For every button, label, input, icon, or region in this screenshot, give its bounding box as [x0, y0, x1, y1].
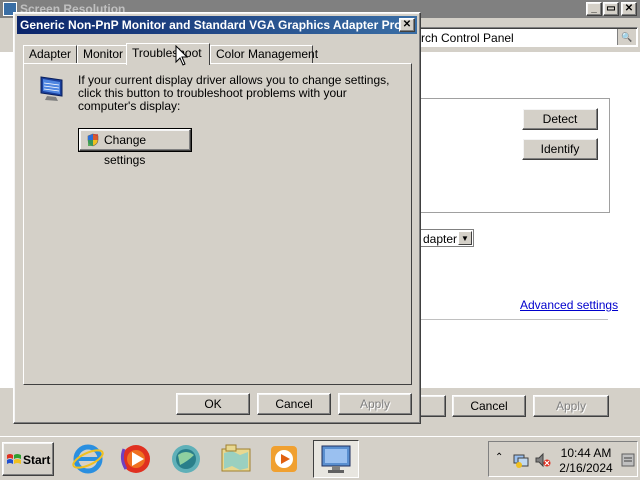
media-player-icon[interactable]	[118, 441, 154, 477]
show-hidden-icons-icon[interactable]: ⌃	[495, 452, 503, 463]
adapter-properties-dialog: Generic Non-PnP Monitor and Standard VGA…	[13, 12, 421, 424]
troubleshoot-panel: If your current display driver allows yo…	[23, 63, 412, 385]
network-globe-icon[interactable]	[168, 441, 204, 477]
map-folder-icon[interactable]	[218, 441, 254, 477]
change-settings-button[interactable]: Change settings	[78, 128, 192, 167]
display-settings-icon	[321, 445, 351, 473]
tab-strip: Adapter Monitor Troubleshoot Color Manag…	[23, 43, 423, 65]
search-icon[interactable]: 🔍	[617, 29, 636, 45]
change-settings-label: Change settings	[104, 133, 147, 167]
background-apply-button[interactable]: Apply	[533, 395, 609, 417]
start-label: Start	[23, 453, 51, 467]
detect-button[interactable]: Detect	[522, 108, 598, 130]
network-status-icon[interactable]	[513, 452, 529, 468]
search-control-panel-field[interactable]: rch Control Panel 🔍	[410, 27, 638, 47]
media-center-icon[interactable]	[266, 441, 302, 477]
tab-monitor[interactable]: Monitor	[77, 45, 127, 63]
system-tray: ⌃ 10:44 AM 2/16/2024	[488, 441, 638, 477]
maximize-button[interactable]: ▭	[603, 2, 619, 16]
taskbar: Start ⌃ 10:44 AM 2/16/2024	[0, 436, 640, 480]
tab-troubleshoot[interactable]: Troubleshoot	[126, 43, 210, 65]
monitor-icon	[40, 76, 63, 101]
shield-icon	[87, 133, 99, 147]
divider	[410, 319, 608, 320]
identify-button[interactable]: Identify	[522, 138, 598, 160]
dialog-title: Generic Non-PnP Monitor and Standard VGA…	[20, 18, 412, 32]
start-button[interactable]: Start	[2, 442, 54, 476]
monitor-preview-panel: Detect Identify	[410, 98, 610, 213]
dialog-title-bar[interactable]: Generic Non-PnP Monitor and Standard VGA…	[17, 16, 417, 34]
clock-time[interactable]: 10:44 AM	[551, 446, 621, 460]
notification-icon[interactable]	[621, 452, 635, 468]
taskbar-active-item[interactable]	[313, 440, 359, 478]
ok-button[interactable]: OK	[176, 393, 250, 415]
cancel-button[interactable]: Cancel	[257, 393, 331, 415]
background-cancel-button[interactable]: Cancel	[452, 395, 526, 417]
advanced-settings-link[interactable]: Advanced settings	[520, 298, 618, 312]
tab-adapter[interactable]: Adapter	[23, 45, 77, 63]
dialog-close-button[interactable]: ✕	[399, 18, 415, 32]
internet-explorer-icon[interactable]	[70, 441, 106, 477]
apply-button[interactable]: Apply	[338, 393, 412, 415]
display-dropdown-value: dapter	[423, 232, 458, 246]
display-dropdown[interactable]: dapter ▼	[412, 229, 474, 247]
search-placeholder: rch Control Panel	[421, 31, 514, 45]
background-close-button[interactable]: ✕	[621, 2, 637, 16]
tab-color-management[interactable]: Color Management	[210, 45, 318, 63]
troubleshoot-description: If your current display driver allows yo…	[78, 73, 390, 113]
speaker-muted-icon[interactable]	[535, 452, 551, 468]
clock-date[interactable]: 2/16/2024	[551, 461, 621, 475]
mouse-pointer-icon	[175, 45, 189, 66]
windows-logo-icon	[7, 454, 21, 464]
chevron-down-icon[interactable]: ▼	[458, 231, 472, 245]
minimize-button[interactable]: _	[586, 2, 602, 16]
